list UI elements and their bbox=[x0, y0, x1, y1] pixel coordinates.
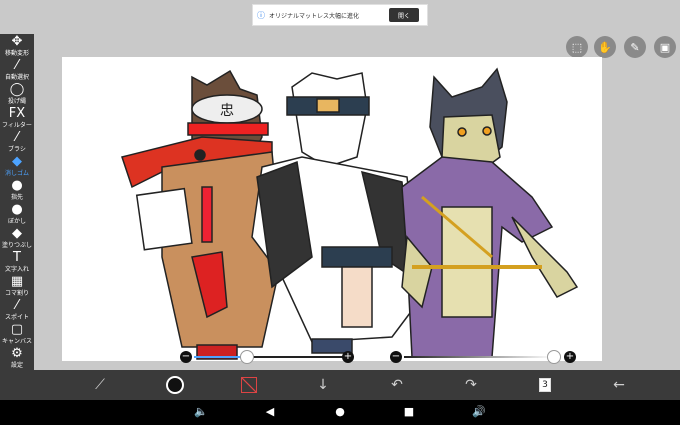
redo-icon[interactable]: ↷ bbox=[460, 375, 482, 395]
volume-up-icon[interactable]: 🔊 bbox=[471, 404, 487, 420]
app-root: ⓘ オリジナルマットレス大幅に進化 開く ✥ 移動変形 ⁄ 自動選択 ◯ 投げ縄 FX フィル… bbox=[0, 0, 680, 425]
finger-icon: ● bbox=[11, 178, 23, 193]
character-right bbox=[401, 67, 579, 358]
tool-label: 設定 bbox=[10, 362, 23, 369]
opacity-minus-button[interactable]: − bbox=[390, 351, 402, 363]
pen-icon[interactable]: ✎ bbox=[624, 36, 646, 58]
size-plus-button[interactable]: + bbox=[342, 351, 354, 363]
brush-sliders: 26.0px − + 100% − + bbox=[150, 350, 580, 364]
tool-label: 消しゴム bbox=[4, 170, 29, 177]
tool-auto-select[interactable]: ⁄ 自動選択 bbox=[0, 58, 34, 84]
nav-recents-icon[interactable]: ■ bbox=[401, 404, 417, 420]
nav-home-icon[interactable]: ● bbox=[332, 404, 348, 420]
android-nav-bar: 🔈 ◀ ● ■ 🔊 bbox=[0, 400, 680, 425]
ad-open-button[interactable]: 開く bbox=[389, 8, 419, 22]
tool-label: ぼかし bbox=[7, 218, 26, 225]
drawing-canvas[interactable]: 忠 bbox=[62, 57, 602, 361]
tool-smudge[interactable]: ● 指先 bbox=[0, 178, 34, 204]
opacity-slider-track[interactable] bbox=[404, 356, 554, 358]
size-slider-fill bbox=[194, 356, 247, 358]
brush-settings-icon[interactable]: ⟋ bbox=[89, 375, 111, 395]
selection-icon[interactable]: ⬚ bbox=[566, 36, 588, 58]
tool-label: 塗りつぶし bbox=[1, 242, 33, 249]
svg-text:忠: 忠 bbox=[220, 103, 234, 119]
opacity-value: 100% bbox=[362, 353, 383, 361]
tool-blur[interactable]: ● ぼかし bbox=[0, 202, 34, 228]
fx-icon: FX bbox=[8, 106, 26, 121]
tool-label: 投げ縄 bbox=[7, 98, 26, 105]
tool-label: コマ割り bbox=[4, 290, 29, 297]
tool-text[interactable]: T 文字入れ bbox=[0, 250, 34, 276]
nav-back-icon[interactable]: ◀ bbox=[262, 404, 278, 420]
brush-icon: ⁄ bbox=[15, 130, 19, 145]
tool-fill[interactable]: ◆ 塗りつぶし bbox=[0, 226, 34, 252]
tool-label: スポイト bbox=[4, 314, 29, 321]
tool-filter[interactable]: FX フィルター bbox=[0, 106, 34, 132]
tool-label: 移動変形 bbox=[4, 50, 29, 57]
tool-lasso[interactable]: ◯ 投げ縄 bbox=[0, 82, 34, 108]
canvas-icon: ▢ bbox=[10, 322, 24, 337]
ad-banner[interactable]: ⓘ オリジナルマットレス大幅に進化 開く bbox=[252, 4, 428, 26]
bottom-toolbar: ⟋ ↓ ↶ ↷ 3 ← bbox=[0, 370, 680, 400]
color-circle-icon[interactable] bbox=[164, 375, 186, 395]
download-icon[interactable]: ↓ bbox=[312, 375, 334, 395]
undo-icon[interactable]: ↶ bbox=[386, 375, 408, 395]
frame-icon: ▦ bbox=[10, 274, 24, 289]
tool-eyedropper[interactable]: ⁄ スポイト bbox=[0, 298, 34, 324]
volume-down-icon[interactable]: 🔈 bbox=[193, 404, 209, 420]
tool-label: フィルター bbox=[2, 122, 32, 129]
eyedropper-icon: ⁄ bbox=[15, 298, 19, 313]
opacity-plus-button[interactable]: + bbox=[564, 351, 576, 363]
text-icon: T bbox=[13, 250, 21, 265]
drop-icon: ● bbox=[11, 202, 23, 217]
magic-wand-icon: ⁄ bbox=[15, 58, 19, 73]
opacity-slider-knob[interactable] bbox=[547, 350, 561, 364]
tool-label: 指先 bbox=[10, 194, 23, 201]
hand-icon[interactable]: ✋ bbox=[594, 36, 616, 58]
character-middle bbox=[251, 72, 423, 354]
color-square-icon[interactable] bbox=[238, 375, 260, 395]
tool-move-transform[interactable]: ✥ 移動変形 bbox=[0, 34, 34, 60]
info-icon[interactable]: ⓘ bbox=[255, 10, 267, 21]
tool-brush[interactable]: ⁄ ブラシ bbox=[0, 130, 34, 156]
status-area: ⓘ オリジナルマットレス大幅に進化 開く bbox=[0, 0, 680, 30]
tool-sidebar: ✥ 移動変形 ⁄ 自動選択 ◯ 投げ縄 FX フィルター ⁄ ブラシ ◆ 消しゴム ● 指先 ● ぼかし ◆ 塗り… bbox=[0, 34, 34, 370]
tool-canvas[interactable]: ▢ キャンバス bbox=[0, 322, 34, 348]
tool-label: ブラシ bbox=[8, 146, 26, 153]
image-icon[interactable]: ▣ bbox=[654, 36, 676, 58]
canvas-artwork: 忠 bbox=[121, 67, 579, 360]
layers-icon[interactable]: 3 bbox=[534, 375, 556, 395]
back-arrow-icon[interactable]: ← bbox=[608, 375, 630, 395]
eraser-icon: ◆ bbox=[12, 154, 22, 169]
tool-label: キャンバス bbox=[1, 338, 32, 345]
move-icon: ✥ bbox=[11, 34, 23, 49]
tool-label: 文字入れ bbox=[4, 266, 29, 273]
gear-icon: ⚙ bbox=[11, 346, 23, 361]
ad-text: オリジナルマットレス大幅に進化 bbox=[269, 12, 360, 20]
bucket-icon: ◆ bbox=[12, 226, 22, 241]
size-slider-knob[interactable] bbox=[239, 350, 254, 364]
lasso-icon: ◯ bbox=[9, 82, 25, 97]
tool-label: 自動選択 bbox=[4, 74, 29, 81]
tool-eraser[interactable]: ◆ 消しゴム bbox=[0, 154, 34, 180]
size-minus-button[interactable]: − bbox=[180, 351, 192, 363]
tool-frame-divider[interactable]: ▦ コマ割り bbox=[0, 274, 34, 300]
size-value: 26.0px bbox=[150, 353, 175, 361]
tool-settings[interactable]: ⚙ 設定 bbox=[0, 346, 34, 372]
